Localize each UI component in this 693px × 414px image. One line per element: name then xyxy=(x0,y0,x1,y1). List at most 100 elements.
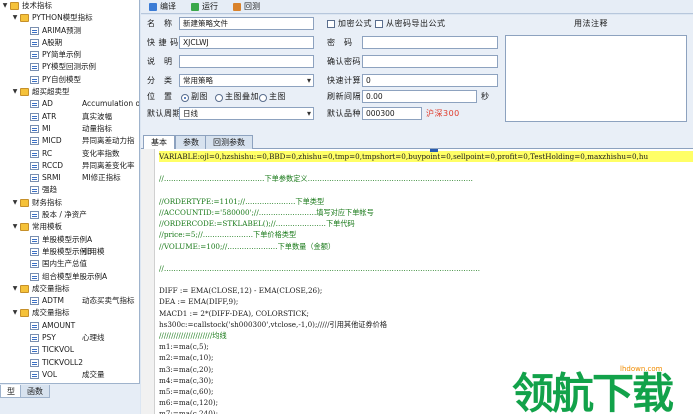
tree-label: PY自创模型 xyxy=(42,74,81,84)
tree-item[interactable]: RC 变化率指数 xyxy=(0,148,139,160)
tree-label: 财务指标 xyxy=(32,197,62,207)
formula-file-icon xyxy=(30,260,39,269)
refresh-field[interactable]: 0.00 xyxy=(362,90,477,103)
tree-item[interactable]: A股期 xyxy=(0,37,139,49)
code-line[interactable] xyxy=(159,162,693,173)
tree-folder[interactable]: ▼ 成交量指标 xyxy=(0,307,139,319)
formula-file-icon xyxy=(30,100,39,109)
refresh-unit: 秒 xyxy=(481,92,490,101)
code-line[interactable]: //ORDERTYPE:=1101;//…………………下单类型 xyxy=(159,196,693,207)
code-line[interactable]: DIFF := EMA(CLOSE,12) - EMA(CLOSE,26); xyxy=(159,285,693,296)
tree-item[interactable]: AMOUNT xyxy=(0,320,139,332)
tree-item[interactable]: TICKVOL xyxy=(0,344,139,356)
encrypt-checkbox[interactable] xyxy=(327,20,335,28)
expand-icon[interactable]: ▼ xyxy=(11,12,19,24)
tab-backtest-params[interactable]: 回测参数 xyxy=(205,135,253,149)
desc-field[interactable] xyxy=(179,55,314,68)
category-select[interactable]: 常用策略 xyxy=(179,74,314,87)
tree-folder[interactable]: ▼ 财务指标 xyxy=(0,197,139,209)
tree-item[interactable]: ATR 真实波幅 xyxy=(0,111,139,123)
tree-item[interactable]: 单股模型示例B 引用模 xyxy=(0,246,139,258)
code-line[interactable]: //ACCOUNTID:='580000';//……………………填写对应下单帐号 xyxy=(159,207,693,218)
code-line[interactable]: //VOLUME:=100;//…………………下单数量（金额） xyxy=(159,241,693,252)
backtest-label: 回测 xyxy=(244,2,260,11)
shortcut-field[interactable]: XJCLWJ xyxy=(179,36,314,49)
tree-item[interactable]: 股本 / 净资产 xyxy=(0,209,139,221)
run-button[interactable]: 运行 xyxy=(191,1,218,13)
tab-functions[interactable]: 函数 xyxy=(20,385,50,398)
formula-file-icon xyxy=(30,51,39,60)
code-line[interactable]: DEA := EMA(DIFF,9); xyxy=(159,296,693,307)
default-symbol-field[interactable]: 000300 xyxy=(362,107,422,120)
tree-item[interactable]: ARIMA预测 xyxy=(0,25,139,37)
tree-description: Accumulation or xyxy=(82,99,140,109)
tree-folder[interactable]: ▼ 成交量指标 xyxy=(0,283,139,295)
tree-item[interactable]: 强趋 xyxy=(0,184,139,196)
code-line[interactable]: //ORDERCODE:=STKLABEL();//…………………下单代码 xyxy=(159,218,693,229)
expand-icon[interactable]: ▼ xyxy=(11,307,19,319)
splitter-handle[interactable] xyxy=(430,149,438,152)
period-select[interactable]: 日线 xyxy=(179,107,314,120)
name-field[interactable]: 新建策略文件 xyxy=(179,17,314,30)
tree-description: 动态买卖气指标 xyxy=(82,296,135,306)
tab-params[interactable]: 参数 xyxy=(175,135,207,149)
tree-item[interactable]: VOL 成交量 xyxy=(0,369,139,381)
tree-item[interactable]: AD Accumulation or xyxy=(0,98,139,110)
code-line[interactable]: //……………………………………………………………………………………………………… xyxy=(159,263,693,274)
password-field[interactable] xyxy=(362,36,498,49)
compile-button[interactable]: 编译 xyxy=(149,1,176,13)
tree-label: ADTM xyxy=(42,296,64,306)
code-line[interactable] xyxy=(159,274,693,285)
folder-icon xyxy=(20,284,29,293)
tree-item[interactable]: PSY 心理线 xyxy=(0,332,139,344)
tree-item[interactable]: 单股模型示例A xyxy=(0,234,139,246)
expand-icon[interactable]: ▼ xyxy=(11,283,19,295)
code-line[interactable]: m1:=ma(c,5); xyxy=(159,341,693,352)
code-line[interactable] xyxy=(159,185,693,196)
tree-folder[interactable]: ▼ 超买超卖型 xyxy=(0,86,139,98)
tree-folder[interactable]: ▼ 常用模板 xyxy=(0,221,139,233)
formula-file-icon xyxy=(30,247,39,256)
code-line[interactable] xyxy=(159,252,693,263)
fast-calc-field[interactable]: 0 xyxy=(362,74,498,87)
tree-item[interactable]: RCCD 异同离差变化率 xyxy=(0,160,139,172)
tree-item[interactable]: MI 动量指标 xyxy=(0,123,139,135)
tree-item[interactable]: MICD 异同离差动力指 xyxy=(0,135,139,147)
position-radio-sub[interactable] xyxy=(181,94,189,102)
code-line[interactable]: MACD1 := 2*(DIFF-DEA), COLORSTICK; xyxy=(159,308,693,319)
tree-item[interactable]: 组合模型单股示例A xyxy=(0,271,139,283)
export-checkbox[interactable] xyxy=(375,20,383,28)
encrypt-label: 加密公式 xyxy=(338,19,372,28)
tree-item[interactable]: SRMI MI修正指标 xyxy=(0,172,139,184)
formula-file-icon xyxy=(30,370,39,379)
position-radio-main[interactable] xyxy=(259,94,267,102)
expand-icon[interactable]: ▼ xyxy=(1,0,9,12)
code-line[interactable]: //price:=5;//…………………下单价格类型 xyxy=(159,229,693,240)
formula-file-icon xyxy=(30,112,39,121)
code-line[interactable]: //……………………………………下单参数定义………………………………………………… xyxy=(159,173,693,184)
name-label: 名 称 xyxy=(147,19,173,28)
confirm-password-field[interactable] xyxy=(362,55,498,68)
expand-icon[interactable]: ▼ xyxy=(11,197,19,209)
position-radio-overlay[interactable] xyxy=(215,94,223,102)
tree-label: PSY xyxy=(42,333,56,343)
tree-folder[interactable]: ▼ 技术指标 xyxy=(0,0,139,12)
tab-model[interactable]: 型 xyxy=(0,385,22,398)
code-line[interactable]: hs300c:=callstock('sh000300',vtclose,-1,… xyxy=(159,319,693,330)
tree-item[interactable]: PY自创模型 xyxy=(0,74,139,86)
tree-item[interactable]: PY简单示例 xyxy=(0,49,139,61)
tree-item[interactable]: TICKVOLL2 xyxy=(0,357,139,369)
expand-icon[interactable]: ▼ xyxy=(11,86,19,98)
expand-icon[interactable]: ▼ xyxy=(11,221,19,233)
tree-label: 强趋 xyxy=(42,185,57,195)
code-line[interactable]: VARIABLE:ojl=0,hzshishu:=0,BBD=0,zhishu=… xyxy=(159,151,693,163)
notes-textarea[interactable] xyxy=(505,35,687,122)
tree-folder[interactable]: ▼ PYTHON模型指标 xyxy=(0,12,139,24)
code-line[interactable]: //////////////////////均线 xyxy=(159,330,693,341)
tree-item[interactable]: PY模型回测示例 xyxy=(0,61,139,73)
formula-tree[interactable]: ▼ 技术指标 ▼ PYTHON模型指标 ARIMA预测 A股期 PY简单示例 PY模型回测示例… xyxy=(0,0,140,383)
tree-item[interactable]: ADTM 动态买卖气指标 xyxy=(0,295,139,307)
backtest-button[interactable]: 回测 xyxy=(233,1,260,13)
tree-item[interactable]: 国内生产总值 xyxy=(0,258,139,270)
tab-basic[interactable]: 基本 xyxy=(143,135,175,150)
